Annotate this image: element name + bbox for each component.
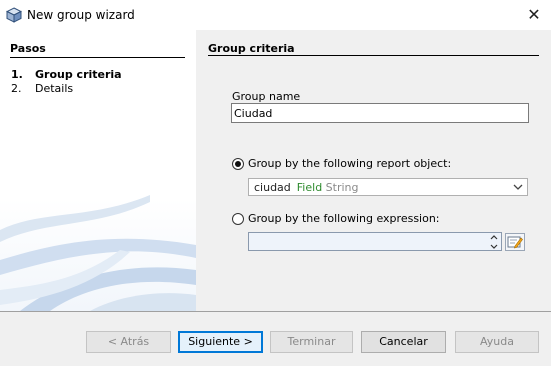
step-label: Group criteria [35,68,122,81]
app-cube-icon [6,7,22,23]
cancel-button[interactable]: Cancelar [361,331,446,353]
expression-input[interactable] [248,232,502,251]
window-title: New group wizard [27,8,135,22]
expression-editor-button[interactable] [505,233,525,251]
content-panel: Group criteria Group name Group by the f… [196,30,551,311]
section-divider [208,55,539,56]
section-title: Group criteria [208,42,295,55]
button-bar: < Atrás Siguiente > Terminar Cancelar Ay… [0,311,551,366]
group-name-input[interactable] [231,103,529,123]
spinner-down-icon[interactable] [488,242,500,251]
step-number: 2. [11,82,22,95]
expression-option-label[interactable]: Group by the following expression: [248,212,440,225]
decorative-swoosh-graphic [0,195,196,311]
expression-edit-icon [507,236,523,249]
title-bar: New group wizard ✕ [0,0,551,30]
help-button[interactable]: Ayuda [455,331,539,353]
group-name-label: Group name [232,90,301,103]
expression-radio[interactable] [232,213,244,225]
chevron-down-icon[interactable] [512,182,524,192]
step-group-criteria: 1. Group criteria [11,68,122,81]
steps-panel: Pasos 1. Group criteria 2. Details [0,30,196,311]
step-label: Details [35,82,74,95]
finish-button[interactable]: Terminar [270,331,353,353]
report-object-option-label[interactable]: Group by the following report object: [248,157,451,170]
spinner-up-icon[interactable] [488,233,500,242]
report-object-select[interactable]: ciudad Field String [248,178,528,196]
steps-header: Pasos [10,42,46,55]
report-object-radio[interactable] [232,158,244,170]
report-object-type: String [325,181,359,194]
report-object-kind: Field [296,181,323,194]
back-button[interactable]: < Atrás [86,331,171,353]
close-icon[interactable]: ✕ [522,5,546,25]
step-number: 1. [11,68,23,81]
step-details: 2. Details [11,82,73,95]
report-object-name: ciudad [254,181,291,194]
expression-spinner[interactable] [488,233,500,251]
steps-divider [10,57,185,58]
next-button[interactable]: Siguiente > [178,331,263,353]
